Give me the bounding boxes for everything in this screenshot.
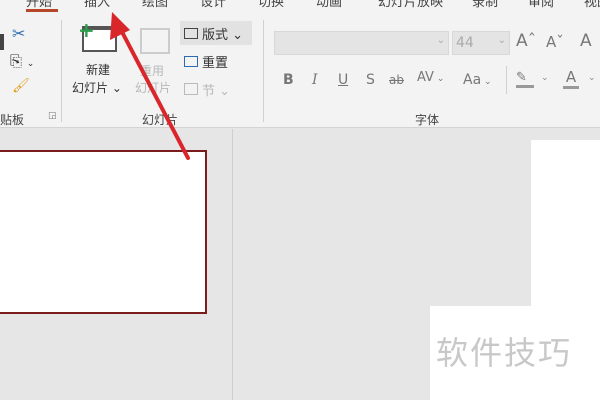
annotation-arrow	[110, 12, 190, 160]
